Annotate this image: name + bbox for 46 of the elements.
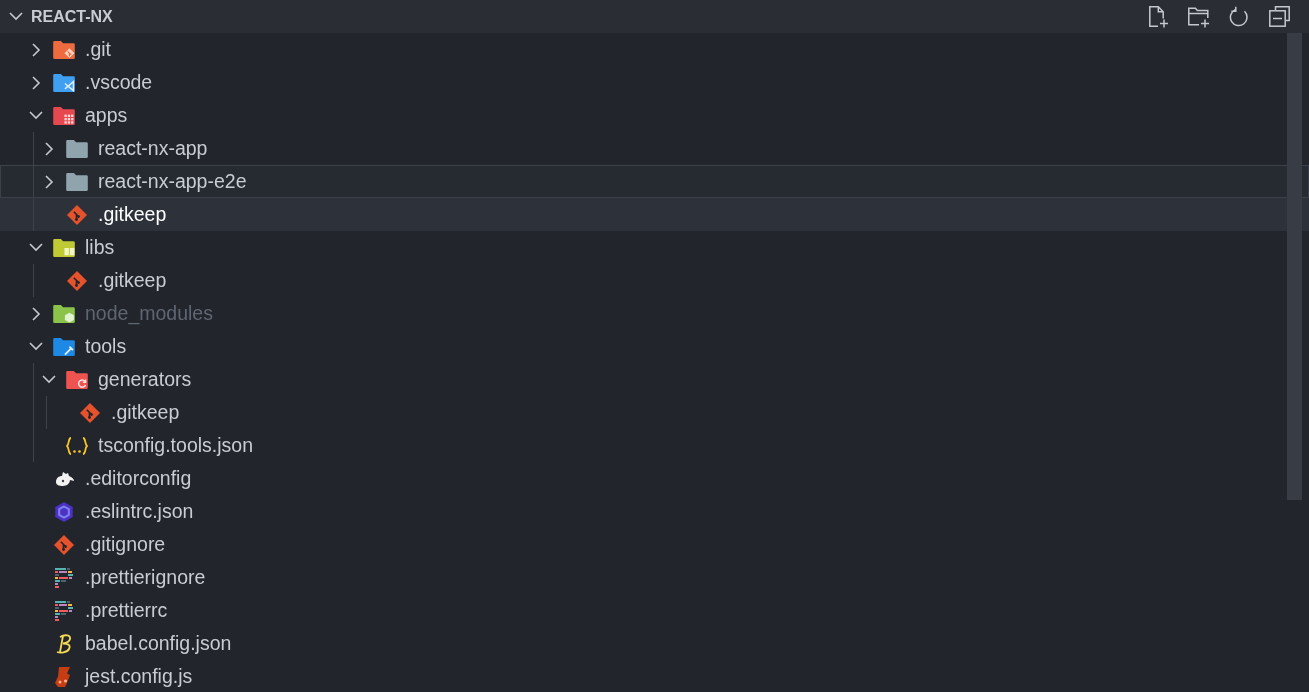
diamond-icon xyxy=(54,534,74,555)
bars-icon xyxy=(55,600,73,621)
tree-item[interactable]: .gitkeep xyxy=(0,396,1309,429)
new-folder-icon[interactable] xyxy=(1188,5,1210,28)
diamond-icon xyxy=(80,402,100,423)
tree-item[interactable]: generators xyxy=(0,363,1309,396)
folder-icon xyxy=(66,370,88,389)
tree-item[interactable]: tools xyxy=(0,330,1309,363)
tree-item[interactable]: jest.config.js xyxy=(0,660,1309,692)
tree-item[interactable]: .gitignore xyxy=(0,528,1309,561)
folder-icon xyxy=(53,304,75,323)
tree-item[interactable]: .prettierrc xyxy=(0,594,1309,627)
folder-icon xyxy=(66,172,88,191)
tree-item[interactable]: .gitkeep xyxy=(0,198,1309,231)
tree-item[interactable]: .vscode xyxy=(0,66,1309,99)
folder-icon xyxy=(53,40,75,59)
diamond-icon xyxy=(67,204,87,225)
tree-item[interactable]: libs xyxy=(0,231,1309,264)
tree-item[interactable]: react-nx-app-e2e xyxy=(0,165,1309,198)
folder-icon xyxy=(53,73,75,92)
mouse-icon xyxy=(54,469,74,488)
bars-icon xyxy=(55,567,73,588)
folder-icon xyxy=(66,139,88,158)
folder-icon xyxy=(53,337,75,356)
tree-item[interactable]: .git xyxy=(0,33,1309,66)
new-file-icon[interactable] xyxy=(1147,5,1169,28)
folder-icon xyxy=(53,238,75,257)
tree-item[interactable]: .prettierignore xyxy=(0,561,1309,594)
workspace-name: REACT-NX xyxy=(31,7,113,26)
tree-item[interactable]: apps xyxy=(0,99,1309,132)
tree-item[interactable]: .eslintrc.json xyxy=(0,495,1309,528)
script-b-icon xyxy=(56,633,72,654)
tree-item[interactable]: react-nx-app xyxy=(0,132,1309,165)
tree-item[interactable]: tsconfig.tools.json xyxy=(0,429,1309,462)
section-header[interactable]: REACT-NX xyxy=(0,0,1309,33)
diamond-icon xyxy=(67,270,87,291)
jester-icon xyxy=(55,666,73,687)
scrollbar-thumb[interactable] xyxy=(1287,33,1302,500)
refresh-icon[interactable] xyxy=(1229,5,1250,28)
folder-icon xyxy=(53,106,75,125)
collapse-all-icon[interactable] xyxy=(1269,6,1290,27)
tree-item[interactable]: .gitkeep xyxy=(0,264,1309,297)
tree-item[interactable]: .editorconfig xyxy=(0,462,1309,495)
hexagon-icon xyxy=(54,501,74,522)
braces-icon xyxy=(66,436,88,455)
tree-item[interactable]: babel.config.json xyxy=(0,627,1309,660)
